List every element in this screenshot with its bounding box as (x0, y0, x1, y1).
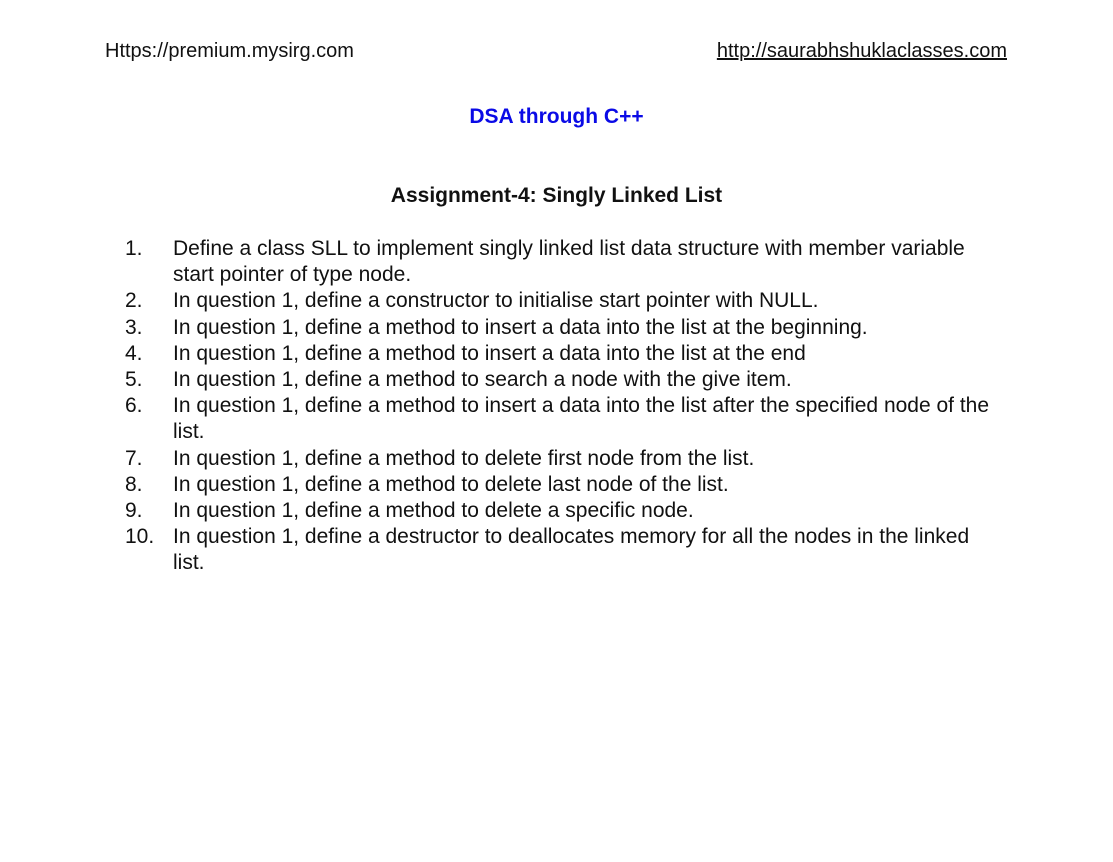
question-text: In question 1, define a method to insert… (173, 341, 806, 365)
question-number: 2. (125, 289, 143, 313)
question-number: 3. (125, 315, 143, 339)
question-number: 10. (125, 525, 155, 549)
question-number: 8. (125, 472, 143, 496)
question-number: 9. (125, 499, 143, 523)
question-item: 3. In question 1, define a method to ins… (125, 315, 1005, 341)
question-text: In question 1, define a method to delete… (173, 499, 694, 523)
question-item: 8. In question 1, define a method to del… (125, 472, 1005, 498)
question-number: 1. (125, 237, 143, 260)
question-text: In question 1, define a method to insert… (173, 394, 990, 444)
question-list: 1. Define a class SLL to implement singl… (125, 236, 1005, 577)
assignment-title: Assignment-4: Singly Linked List (390, 184, 723, 207)
question-item: 7. In question 1, define a method to del… (125, 446, 1005, 472)
question-item: 5. In question 1, define a method to sea… (125, 367, 1005, 393)
question-item: 9. In question 1, define a method to del… (125, 498, 1005, 524)
question-text: In question 1, define a method to insert… (173, 315, 868, 339)
question-text: In question 1, define a destructor to de… (173, 525, 970, 575)
question-item: 1. Define a class SLL to implement singl… (125, 236, 1005, 288)
question-text: In question 1, define a method to delete… (173, 446, 755, 470)
question-number: 7. (125, 446, 143, 470)
question-item: 4. In question 1, define a method to ins… (125, 341, 1005, 367)
question-text: Define a class SLL to implement singly l… (173, 237, 965, 287)
question-item: 6. In question 1, define a method to ins… (125, 393, 1005, 445)
question-number: 4. (125, 341, 143, 365)
question-number: 5. (125, 368, 143, 392)
course-title: DSA through C++ (469, 105, 644, 128)
question-item: 10. In question 1, define a destructor t… (125, 524, 1005, 576)
question-number: 6. (125, 394, 143, 418)
header-site-link[interactable]: http://saurabhshuklaclasses.com (717, 39, 1007, 63)
header-site-url: Https://premium.mysirg.com (105, 40, 354, 62)
question-text: In question 1, define a method to search… (173, 368, 792, 392)
question-text: In question 1, define a method to delete… (173, 472, 729, 496)
question-text: In question 1, define a constructor to i… (173, 289, 819, 313)
document-page: Https://premium.mysirg.com http://saurab… (0, 0, 1113, 862)
question-item: 2. In question 1, define a constructor t… (125, 288, 1005, 314)
